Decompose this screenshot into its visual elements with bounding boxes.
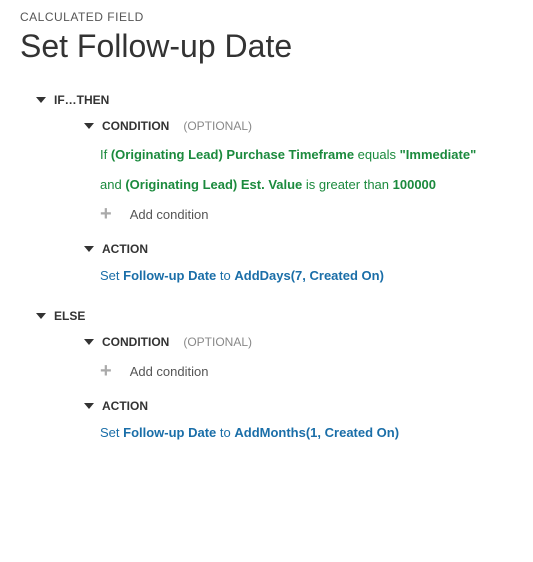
- breadcrumb: CALCULATED FIELD: [20, 10, 513, 24]
- set-keyword: Set: [100, 425, 123, 440]
- chevron-down-icon: [84, 403, 94, 409]
- chevron-down-icon: [36, 313, 46, 319]
- action-row[interactable]: Set Follow-up Date to AddDays(7, Created…: [100, 268, 513, 283]
- page-title: Set Follow-up Date: [20, 28, 513, 65]
- section-else: ELSE CONDITION (OPTIONAL) + Add conditio…: [36, 309, 513, 440]
- condition-value: 100000: [393, 177, 436, 192]
- action-field: Follow-up Date: [123, 268, 216, 283]
- action-header[interactable]: ACTION: [84, 242, 513, 256]
- condition-field: (Originating Lead) Purchase Timeframe: [111, 147, 354, 162]
- ifthen-action-block: ACTION Set Follow-up Date to AddDays(7, …: [84, 242, 513, 283]
- else-label: ELSE: [54, 309, 85, 323]
- action-field: Follow-up Date: [123, 425, 216, 440]
- ifthen-condition-block: CONDITION (OPTIONAL) If (Originating Lea…: [84, 119, 513, 224]
- ifthen-label: IF…THEN: [54, 93, 109, 107]
- condition-row-1[interactable]: If (Originating Lead) Purchase Timeframe…: [100, 145, 513, 165]
- add-condition-label: Add condition: [130, 207, 209, 222]
- plus-icon: +: [100, 204, 112, 224]
- optional-label: (OPTIONAL): [183, 335, 252, 349]
- condition-header[interactable]: CONDITION (OPTIONAL): [84, 335, 513, 349]
- condition-body: If (Originating Lead) Purchase Timeframe…: [100, 145, 513, 224]
- else-header[interactable]: ELSE: [36, 309, 513, 323]
- set-keyword: Set: [100, 268, 123, 283]
- add-condition-row[interactable]: + Add condition: [100, 361, 513, 381]
- else-action-block: ACTION Set Follow-up Date to AddMonths(1…: [84, 399, 513, 440]
- action-label: ACTION: [102, 242, 148, 256]
- condition-label: CONDITION: [102, 119, 169, 133]
- and-keyword: and: [100, 177, 125, 192]
- action-function: AddMonths(1, Created On): [234, 425, 399, 440]
- ifthen-header[interactable]: IF…THEN: [36, 93, 513, 107]
- to-keyword: to: [216, 268, 234, 283]
- section-ifthen: IF…THEN CONDITION (OPTIONAL) If (Origina…: [36, 93, 513, 283]
- action-header[interactable]: ACTION: [84, 399, 513, 413]
- chevron-down-icon: [36, 97, 46, 103]
- condition-header[interactable]: CONDITION (OPTIONAL): [84, 119, 513, 133]
- condition-label: CONDITION: [102, 335, 169, 349]
- condition-operator: is greater than: [302, 177, 392, 192]
- condition-body: + Add condition: [100, 361, 513, 381]
- else-condition-block: CONDITION (OPTIONAL) + Add condition: [84, 335, 513, 381]
- condition-row-2[interactable]: and (Originating Lead) Est. Value is gre…: [100, 175, 513, 195]
- condition-value: "Immediate": [400, 147, 477, 162]
- chevron-down-icon: [84, 246, 94, 252]
- add-condition-label: Add condition: [130, 364, 209, 379]
- chevron-down-icon: [84, 339, 94, 345]
- action-function: AddDays(7, Created On): [234, 268, 384, 283]
- plus-icon: +: [100, 361, 112, 381]
- optional-label: (OPTIONAL): [183, 119, 252, 133]
- condition-operator: equals: [354, 147, 400, 162]
- chevron-down-icon: [84, 123, 94, 129]
- condition-field: (Originating Lead) Est. Value: [125, 177, 302, 192]
- add-condition-row[interactable]: + Add condition: [100, 204, 513, 224]
- to-keyword: to: [216, 425, 234, 440]
- if-keyword: If: [100, 147, 111, 162]
- action-label: ACTION: [102, 399, 148, 413]
- action-row[interactable]: Set Follow-up Date to AddMonths(1, Creat…: [100, 425, 513, 440]
